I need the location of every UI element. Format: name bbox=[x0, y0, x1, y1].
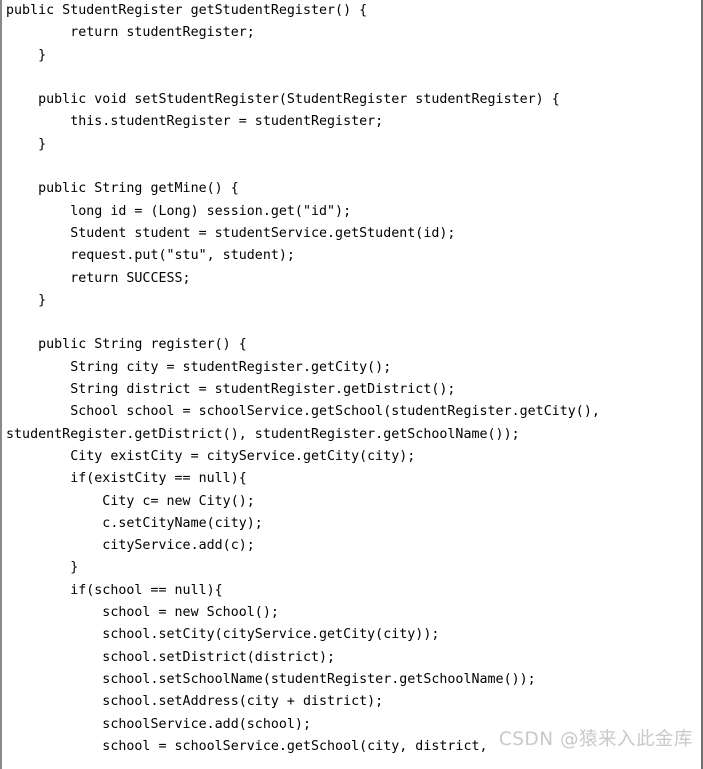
code-block: public StudentRegister getStudentRegiste… bbox=[6, 0, 600, 758]
code-line: } bbox=[6, 292, 47, 308]
code-line: school = new School(); bbox=[6, 605, 279, 621]
code-line: school.setCity(cityService.getCity(city)… bbox=[6, 627, 440, 643]
code-line: school.setAddress(city + district); bbox=[6, 694, 384, 710]
code-line: if(existCity == null){ bbox=[6, 471, 247, 487]
code-snippet-page: public StudentRegister getStudentRegiste… bbox=[0, 0, 703, 769]
code-line: City c= new City(); bbox=[6, 493, 255, 509]
code-line: return SUCCESS; bbox=[6, 270, 191, 286]
code-line: school.setSchoolName(studentRegister.get… bbox=[6, 671, 536, 687]
code-line: if(school == null){ bbox=[6, 582, 223, 598]
code-line: public String getMine() { bbox=[6, 181, 239, 197]
code-line: public String register() { bbox=[6, 337, 247, 353]
code-line: schoolService.add(school); bbox=[6, 716, 311, 732]
code-line: City existCity = cityService.getCity(cit… bbox=[6, 448, 416, 464]
code-line: } bbox=[6, 136, 47, 152]
code-line: public StudentRegister getStudentRegiste… bbox=[6, 3, 368, 18]
code-line: school.setDistrict(district); bbox=[6, 649, 336, 665]
code-line: Student student = studentService.getStud… bbox=[6, 225, 456, 241]
code-line: this.studentRegister = studentRegister; bbox=[6, 114, 384, 130]
code-line: public void setStudentRegister(StudentRe… bbox=[6, 92, 560, 108]
code-line: School school = schoolService.getSchool(… bbox=[6, 404, 600, 420]
code-line: c.setCityName(city); bbox=[6, 515, 263, 531]
code-line: return studentRegister; bbox=[6, 25, 255, 41]
code-line: } bbox=[6, 560, 79, 576]
code-line: String city = studentRegister.getCity(); bbox=[6, 359, 392, 375]
code-line: cityService.add(c); bbox=[6, 538, 255, 554]
code-line: request.put("stu", student); bbox=[6, 248, 295, 264]
code-line: } bbox=[6, 47, 47, 63]
code-line: String district = studentRegister.getDis… bbox=[6, 382, 456, 398]
code-line: studentRegister.getDistrict(), studentRe… bbox=[6, 426, 520, 442]
code-line: long id = (Long) session.get("id"); bbox=[6, 203, 352, 219]
code-line: school = schoolService.getSchool(city, d… bbox=[6, 738, 488, 754]
